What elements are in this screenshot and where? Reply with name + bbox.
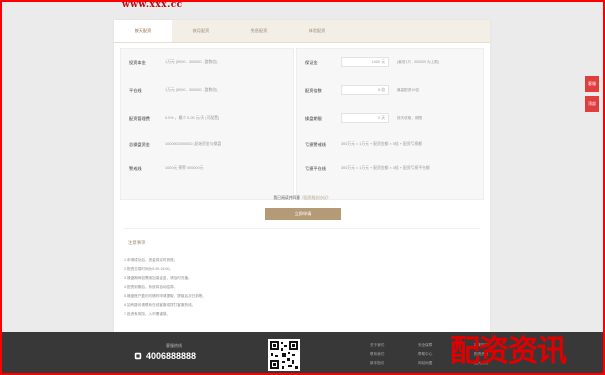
tip-item: 6.如有疑问请联系在线客服或拨打客服热线。 [124,303,196,307]
tips-title: 注意事项 [128,240,146,245]
agreement-line: 我已阅读并同意《配资服务协议》 [114,196,490,201]
tab-trial[interactable]: 体验配资 [288,20,346,42]
tip-item: 1.申请成功后，资金将实时到账。 [124,258,178,262]
param-value: 0.0% ，最少 0.05 元/天 (可配置) [165,116,220,120]
param-value: 300万元 = 1万元 + 配资金额 × 4倍 + 配资亏损平仓额 [341,166,430,170]
watermark-text: 配资资讯 [450,334,567,369]
param-hint: (最低1万 , 300000 为上限) [397,60,439,64]
param-row: 亏损警戒线 300万元 = 1万元 + 配资金额 × 5倍 + 配资亏损额 [297,139,483,151]
param-value: 300万元 = 1万元 + 配资金额 × 5倍 + 配资亏损额 [341,142,423,146]
tip-item: 3.操盘期间如需追加保证金，请及时充值。 [124,276,192,280]
param-label: 操盘期限 [305,116,322,121]
param-hint: 最高配资10倍 [397,88,419,92]
tab-daily[interactable]: 按天配资 [114,20,172,42]
phone-icon [134,352,142,360]
multiple-select[interactable]: 5 倍 [341,85,389,95]
footer-link[interactable]: 网站地图 [418,361,432,366]
param-label: 配资倍数 [305,88,322,93]
footer-link[interactable]: 帮助中心 [418,352,432,357]
right-parameter-panel: 保证金 1000 元 (最低1万 , 300000 为上限) 配资倍数 5 倍 … [296,48,484,200]
param-row: 配资管理费 0.0% ，最少 0.05 元/天 (可配置) [121,113,293,125]
side-back-to-top-button[interactable]: 顶部 [585,96,599,112]
param-label: 投资本金 [129,60,146,65]
param-value: 1万元 (5000 - 300000 , 整数倍) [165,60,218,64]
footer-link[interactable]: 新手指引 [370,361,384,366]
term-select[interactable]: 2 天 [341,113,389,123]
param-label: 配资管理费 [129,116,150,121]
param-label: 亏损警戒线 [305,142,326,147]
tip-item: 5.操盘账户盈利可随时申请提取，提取后次日到账。 [124,294,207,298]
site-logo[interactable]: www.xxx.cc [122,0,183,10]
param-label: 平仓线 [129,88,142,93]
param-row: 警戒线 1000元 预警 000000元 [121,163,293,175]
deposit-input[interactable]: 1000 元 [341,57,389,67]
agreement-link[interactable]: 《配资服务协议》 [300,196,330,200]
agreement-prefix: 我已阅读并同意 [273,196,301,200]
param-row: 配资倍数 5 倍 最高配资10倍 [297,85,483,97]
left-parameter-panel: 投资本金 1万元 (5000 - 300000 , 整数倍) 平仓线 1万元 (… [120,48,294,200]
footer-link[interactable]: 联系我们 [370,352,384,357]
param-value: 1000000000000, 起始资金与操盘 [165,142,222,146]
param-value: 1万元 (5000 - 300000 , 整数倍) [165,88,218,92]
tip-item: 2.配资交易时间为9:30-15:00。 [124,267,173,271]
param-row: 操盘期限 2 天 按天收取，期限 [297,113,483,125]
tab-bar: 按天配资 按月配资 免息配资 体验配资 [114,20,490,43]
tip-item: 4.配资到期后，系统将自动结算。 [124,285,178,289]
side-customer-service-button[interactable]: 客服 [585,76,599,92]
param-label: 亏损平仓线 [305,166,326,171]
apply-button[interactable]: 立即申请 [265,208,341,220]
param-label: 总操盘资金 [129,142,150,147]
param-row: 亏损平仓线 300万元 = 1万元 + 配资金额 × 4倍 + 配资亏损平仓额 [297,163,483,175]
param-row: 总操盘资金 1000000000000, 起始资金与操盘 [121,139,293,151]
param-label: 保证金 [305,60,318,65]
divider [124,228,480,229]
param-value: 1000元 预警 000000元 [165,166,204,170]
tip-item: 7.投资有风险，入市需谨慎。 [124,312,171,316]
tab-interest-free[interactable]: 免息配资 [230,20,288,42]
footer-link[interactable]: 安全保障 [418,343,432,348]
param-row: 投资本金 1万元 (5000 - 300000 , 整数倍) [121,57,293,69]
hotline-label: 客服热线 [166,343,182,348]
hotline-number: 4006888888 [146,351,197,361]
param-row: 保证金 1000 元 (最低1万 , 300000 为上限) [297,57,483,69]
param-hint: 按天收取，期限 [397,116,423,120]
param-row: 平仓线 1万元 (5000 - 300000 , 整数倍) [121,85,293,97]
tab-monthly[interactable]: 按月配资 [172,20,230,42]
allocation-card: 按天配资 按月配资 免息配资 体验配资 投资本金 1万元 (5000 - 300… [114,20,490,332]
footer-link[interactable]: 关于我们 [370,343,384,348]
param-label: 警戒线 [129,166,142,171]
qr-code-image [268,339,300,371]
